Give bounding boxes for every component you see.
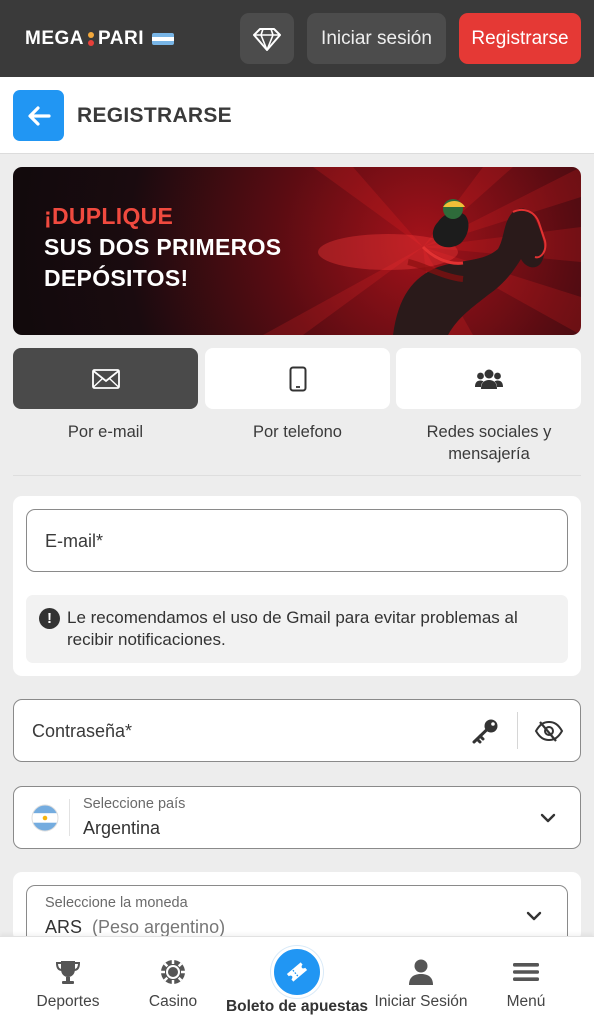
page-header: REGISTRARSE xyxy=(0,77,594,154)
chevron-down-icon xyxy=(526,911,542,921)
nav-login[interactable]: Iniciar Sesión xyxy=(370,937,472,1024)
key-icon[interactable] xyxy=(471,718,499,744)
banner-line-3: DEPÓSITOS! xyxy=(44,265,189,291)
currency-name: (Peso argentino) xyxy=(92,917,226,937)
racehorse-jockey-illustration xyxy=(393,199,547,335)
exclamation-icon: ! xyxy=(39,608,60,629)
logo-text-pari: PARI xyxy=(98,28,144,49)
tab-social[interactable] xyxy=(396,348,581,409)
nav-casino[interactable]: Casino xyxy=(128,937,218,1024)
page-title: REGISTRARSE xyxy=(77,104,232,127)
password-placeholder: Contraseña* xyxy=(32,721,133,741)
users-icon xyxy=(474,369,503,389)
menu-icon xyxy=(511,957,541,987)
nav-sports-label: Deportes xyxy=(36,993,100,1010)
country-select[interactable]: Seleccione país Argentina xyxy=(13,786,581,849)
tab-social-label: Redes sociales y mensajería xyxy=(426,423,552,463)
logo-text-mega: MEGA xyxy=(25,28,84,49)
nav-login-label: Iniciar Sesión xyxy=(374,993,468,1010)
tab-email[interactable] xyxy=(13,348,198,409)
nav-casino-label: Casino xyxy=(148,993,198,1010)
bet-slip-label[interactable]: Boleto de apuestas xyxy=(222,998,372,1016)
argentina-flag-round-icon xyxy=(31,804,59,832)
gmail-notice: ! Le recomendamos el uso de Gmail para e… xyxy=(26,595,568,663)
megapari-logo[interactable]: MEGA PARI xyxy=(25,28,174,50)
nav-sports[interactable]: Deportes xyxy=(22,937,114,1024)
casino-chip-icon xyxy=(158,957,188,987)
tab-email-label: Por e-mail xyxy=(67,423,144,441)
password-field[interactable]: Contraseña* xyxy=(13,699,581,762)
tab-phone[interactable] xyxy=(205,348,390,409)
bet-slip-button[interactable] xyxy=(271,946,323,998)
nav-menu[interactable]: Menú xyxy=(484,937,568,1024)
currency-code: ARS xyxy=(45,917,83,937)
country-separator xyxy=(69,799,70,836)
banner-headline: ¡DUPLIQUE SUS DOS PRIMEROS DEPÓSITOS! xyxy=(44,201,281,294)
logo-dots xyxy=(88,32,94,46)
user-icon xyxy=(406,957,436,987)
email-field[interactable]: E-mail* xyxy=(26,509,568,572)
arrow-left-icon xyxy=(27,105,51,126)
login-button[interactable]: Iniciar sesión xyxy=(307,13,446,64)
banner-line-2: SUS DOS PRIMEROS xyxy=(44,234,282,260)
nav-menu-label: Menú xyxy=(506,993,546,1010)
eye-slash-icon[interactable] xyxy=(534,720,564,742)
currency-select[interactable]: Seleccione la moneda ARS (Peso argentino… xyxy=(26,885,568,943)
ticket-icon xyxy=(286,962,308,982)
section-divider xyxy=(13,475,581,476)
email-placeholder: E-mail* xyxy=(45,531,104,551)
top-bar: MEGA PARI Iniciar sesión Registrarse xyxy=(0,0,594,77)
envelope-icon xyxy=(91,368,120,389)
diamond-icon xyxy=(253,27,281,51)
trophy-icon xyxy=(53,957,83,987)
gmail-notice-text: Le recomendamos el uso de Gmail para evi… xyxy=(67,608,518,649)
password-field-separator xyxy=(517,712,518,749)
register-button[interactable]: Registrarse xyxy=(459,13,581,64)
vip-button[interactable] xyxy=(240,13,294,64)
argentina-flag-icon xyxy=(151,33,174,45)
tab-phone-label: Por telefono xyxy=(253,423,342,441)
banner-line-1: ¡DUPLIQUE xyxy=(44,203,174,229)
phone-icon xyxy=(289,366,306,391)
country-label: Seleccione país xyxy=(83,796,186,812)
country-value: Argentina xyxy=(83,818,161,838)
back-button[interactable] xyxy=(13,90,64,141)
currency-label: Seleccione la moneda xyxy=(45,895,188,911)
chevron-down-icon xyxy=(540,813,556,823)
promo-banner[interactable]: ¡DUPLIQUE SUS DOS PRIMEROS DEPÓSITOS! xyxy=(13,167,581,335)
